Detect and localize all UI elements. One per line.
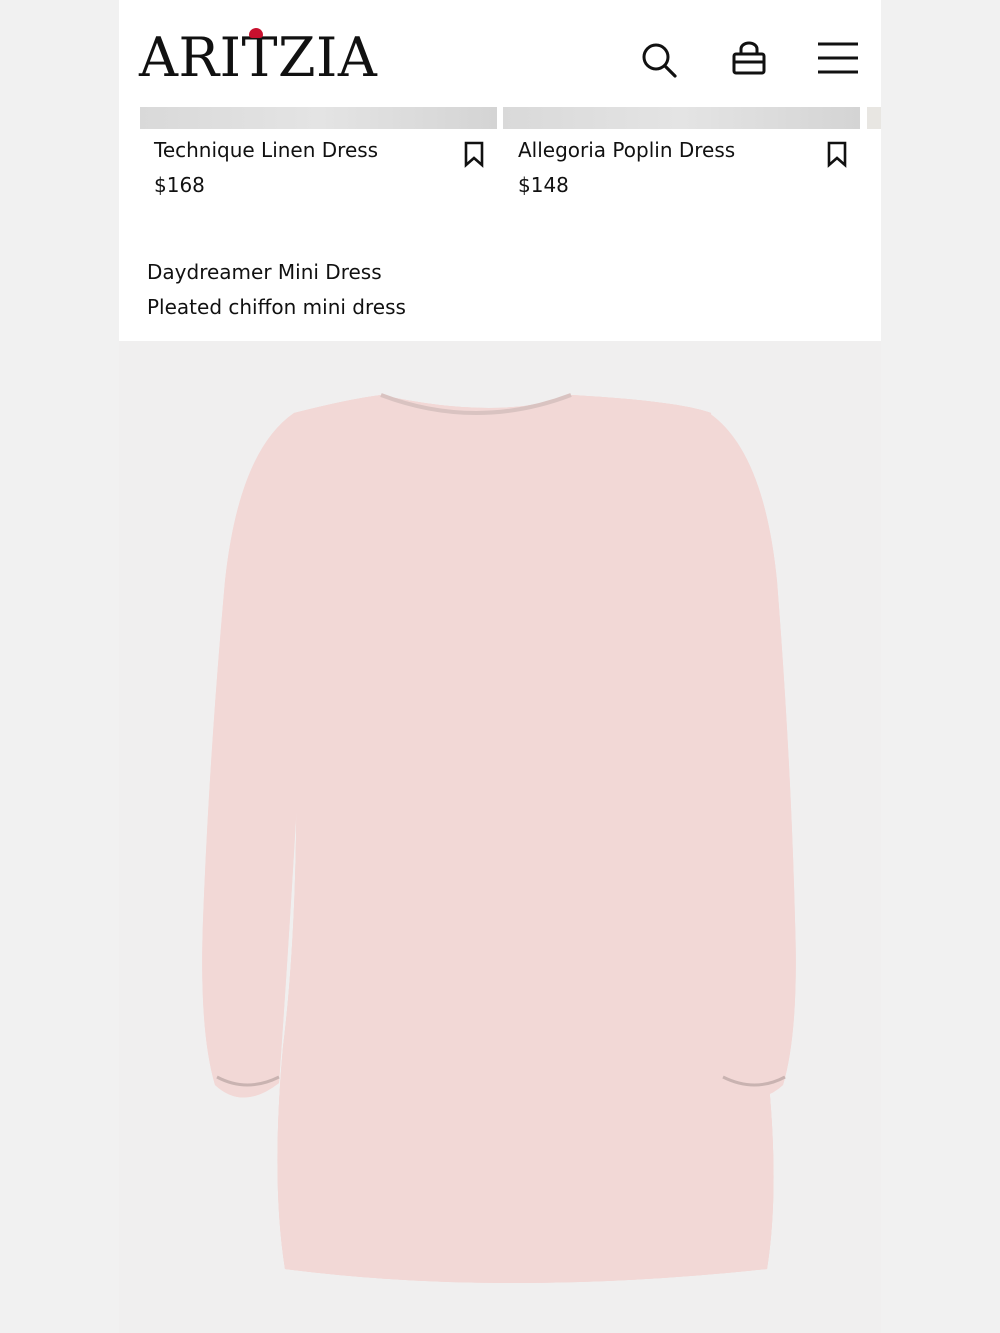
logo-ladybug-mark bbox=[249, 28, 263, 38]
menu-icon[interactable] bbox=[815, 38, 859, 82]
product-name: Daydreamer Mini Dress bbox=[147, 260, 382, 284]
site-header: ARITZIA bbox=[119, 0, 881, 100]
dress-body bbox=[202, 393, 796, 1283]
product-thumbnail[interactable] bbox=[867, 107, 881, 129]
product-thumbnail[interactable] bbox=[503, 107, 860, 129]
product-image[interactable] bbox=[119, 341, 881, 1333]
card-product-price: $168 bbox=[154, 173, 205, 197]
card-product-price: $148 bbox=[518, 173, 569, 197]
product-thumbnail[interactable] bbox=[140, 107, 497, 129]
bookmark-icon[interactable] bbox=[462, 140, 486, 168]
related-products-carousel[interactable]: Technique Linen Dress $168 Allegoria Pop… bbox=[119, 100, 881, 220]
card-product-name[interactable]: Technique Linen Dress bbox=[154, 138, 378, 162]
product-page: ARITZIA Technique Linen Dress $168 Alleg… bbox=[119, 0, 881, 1333]
search-icon[interactable] bbox=[637, 38, 681, 82]
shopping-bag-icon[interactable] bbox=[727, 38, 771, 82]
product-description: Pleated chiffon mini dress bbox=[147, 295, 406, 319]
bookmark-icon[interactable] bbox=[825, 140, 849, 168]
dress-illustration bbox=[202, 393, 796, 1283]
card-product-name[interactable]: Allegoria Poplin Dress bbox=[518, 138, 735, 162]
